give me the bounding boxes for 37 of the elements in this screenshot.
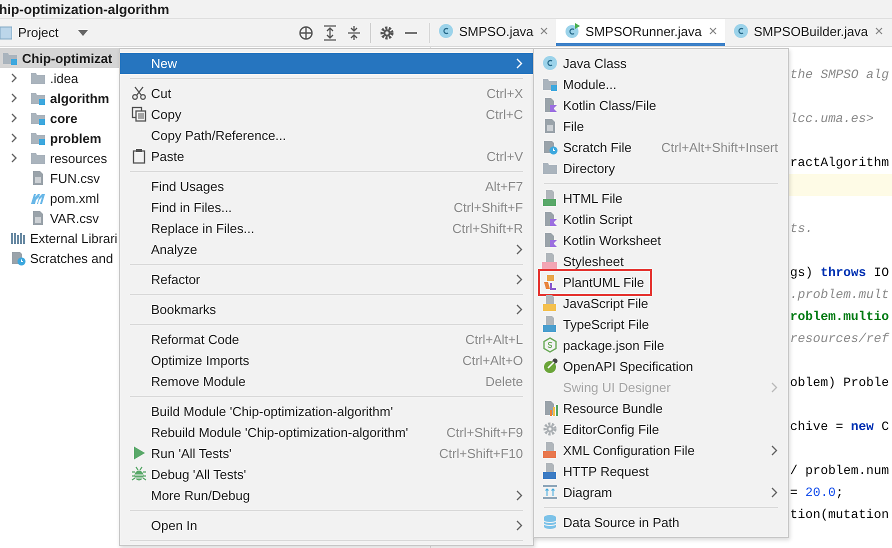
tree-item-label: algorithm — [50, 90, 110, 106]
shortcut-label: Alt+F7 — [484, 179, 523, 194]
code-line: / problem.num — [790, 463, 889, 478]
shortcut-label: Ctrl+Shift+R — [451, 221, 523, 236]
shortcut-label: Delete — [484, 374, 523, 389]
shortcut-label: Ctrl+Alt+L — [464, 332, 523, 347]
shortcut-label: Ctrl+Shift+F10 — [438, 446, 523, 461]
code-line: tion(mutation — [790, 507, 889, 522]
tree-item-label: Chip-optimizat — [22, 50, 112, 66]
code-line: roblem.multio — [790, 309, 889, 324]
code-line: chive = new C — [790, 419, 889, 434]
shortcut-label: Ctrl+V — [486, 149, 523, 164]
tree-item-label: problem — [50, 130, 102, 146]
tree-item-label: VAR.csv — [50, 210, 99, 226]
shortcut-label: Ctrl+C — [484, 107, 523, 122]
shortcut-label: Ctrl+Alt+Shift+Insert — [660, 140, 778, 155]
tree-item-label: Scratches and — [30, 250, 114, 266]
code-line: the SMPSO alg — [790, 67, 889, 82]
code-line: resources/ref — [790, 331, 889, 346]
code-line: ts. — [790, 221, 813, 236]
tree-item-label: resources — [50, 150, 108, 166]
window-title: hip-optimization-algorithm — [0, 2, 170, 16]
code-line: = 20.0; — [790, 485, 844, 500]
tree-item-label: pom.xml — [50, 190, 100, 206]
tree-item-label: FUN.csv — [50, 170, 100, 186]
shortcut-label: Ctrl+Shift+F — [452, 200, 523, 215]
code-line: oblem) Proble — [790, 375, 889, 390]
shortcut-label: Ctrl+X — [486, 86, 523, 101]
code-line: lcc.uma.es> — [790, 111, 874, 126]
shortcut-label: Ctrl+Shift+F9 — [445, 425, 523, 440]
tree-item-label: core — [50, 110, 78, 126]
code-line: .problem.mult — [790, 287, 889, 302]
shortcut-label: Ctrl+Alt+O — [461, 353, 523, 368]
code-line: gs) throws IO — [790, 265, 889, 280]
tree-item-label: .idea — [50, 70, 78, 86]
tree-item-label: External Librari — [30, 230, 118, 246]
code-line: ractAlgorithm — [790, 155, 889, 170]
